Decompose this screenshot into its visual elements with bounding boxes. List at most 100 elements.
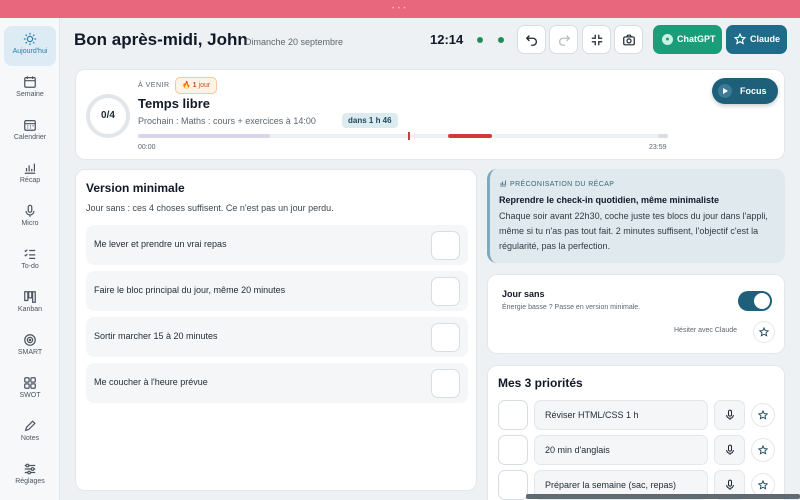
item-checkbox[interactable] xyxy=(431,277,460,306)
jour-sans-subtitle: Énergie basse ? Passe en version minimal… xyxy=(502,304,641,311)
clock: 12:14 xyxy=(430,32,464,47)
section-subtitle: Jour sans : ces 4 choses suffisent. Ce n… xyxy=(86,203,334,213)
minimal-version-card: Version minimale Jour sans : ces 4 chose… xyxy=(75,169,477,491)
star-icon xyxy=(758,410,768,420)
sidebar-item-week[interactable]: Semaine xyxy=(4,69,56,109)
camera-icon xyxy=(623,34,635,46)
streak-unit: jour xyxy=(198,82,211,89)
screenshot-button[interactable] xyxy=(614,25,643,54)
timeline-segment-current xyxy=(448,134,492,138)
target-icon xyxy=(24,334,36,346)
priority-star-button[interactable] xyxy=(751,438,775,462)
priority-checkbox[interactable] xyxy=(498,470,528,500)
claude-label: Claude xyxy=(750,34,781,44)
sidebar-item-label: Réglages xyxy=(15,478,45,485)
item-label: Me coucher à l'heure prévue xyxy=(94,377,208,387)
timeline-segment xyxy=(658,134,668,138)
chart-icon xyxy=(500,180,506,187)
next-event: Prochain : Maths : cours + exercices à 1… xyxy=(138,116,316,126)
calendar-week-icon xyxy=(24,76,36,88)
sidebar-item-settings[interactable]: Réglages xyxy=(4,456,56,496)
list-item[interactable]: Sortir marcher 15 à 20 minutes xyxy=(86,317,468,357)
focus-label: Focus xyxy=(740,86,767,96)
ask-claude-button[interactable] xyxy=(753,321,775,343)
focus-button[interactable]: Focus xyxy=(712,78,778,104)
item-checkbox[interactable] xyxy=(431,369,460,398)
priority-checkbox[interactable] xyxy=(498,435,528,465)
sidebar-item-label: SMART xyxy=(17,349,43,356)
claude-button[interactable]: Claude xyxy=(726,25,787,54)
horizontal-scrollbar[interactable] xyxy=(526,494,800,499)
jour-sans-card: Jour sans Énergie basse ? Passe en versi… xyxy=(487,274,785,354)
item-label: Sortir marcher 15 à 20 minutes xyxy=(94,331,218,341)
sidebar-item-smart[interactable]: SMART xyxy=(4,327,56,367)
undo-icon xyxy=(525,35,538,46)
dictate-button[interactable] xyxy=(714,400,745,430)
sidebar-item-label: Récap xyxy=(19,177,41,184)
compact-view-button[interactable] xyxy=(582,25,611,54)
item-label: Me lever et prendre un vrai repas xyxy=(94,239,227,249)
microphone-icon xyxy=(726,444,734,455)
priority-input[interactable] xyxy=(534,400,708,430)
item-checkbox[interactable] xyxy=(431,323,460,352)
window-dots: • • • xyxy=(392,6,407,12)
section-title: Mes 3 priorités xyxy=(498,376,583,390)
sidebar-item-today[interactable]: Aujourd'hui xyxy=(4,26,56,66)
flame-icon: 🔥 xyxy=(182,82,191,89)
sidebar-item-todo[interactable]: To-do xyxy=(4,241,56,281)
chatgpt-button[interactable]: ● ChatGPT xyxy=(653,25,722,54)
sidebar-item-label: Aujourd'hui xyxy=(12,48,48,55)
sidebar-item-swot[interactable]: SWOT xyxy=(4,370,56,410)
dictate-button[interactable] xyxy=(714,435,745,465)
sidebar-item-label: SWOT xyxy=(19,392,41,399)
sidebar: Aujourd'hui Semaine Calendrier Récap Mic… xyxy=(0,18,60,500)
chart-icon xyxy=(24,163,36,174)
redo-button[interactable] xyxy=(549,25,578,54)
sidebar-item-kanban[interactable]: Kanban xyxy=(4,284,56,324)
sidebar-item-notes[interactable]: Notes xyxy=(4,413,56,453)
priority-star-button[interactable] xyxy=(751,403,775,427)
status-dot xyxy=(498,37,504,43)
sidebar-item-recap[interactable]: Récap xyxy=(4,155,56,195)
sun-icon xyxy=(23,32,37,46)
undo-button[interactable] xyxy=(517,25,546,54)
calendar-icon xyxy=(24,120,36,131)
sliders-icon xyxy=(24,463,36,475)
list-item[interactable]: Me coucher à l'heure prévue xyxy=(86,363,468,403)
now-marker xyxy=(408,132,410,140)
progress-ring: 0/4 xyxy=(86,94,130,138)
page-title: Bon après-midi, John xyxy=(74,30,248,49)
sidebar-item-micro[interactable]: Micro xyxy=(4,198,56,238)
event-title: Temps libre xyxy=(138,96,211,111)
recap-header-label: PRÉCONISATION DU RÉCAP xyxy=(510,181,615,188)
countdown-badge: dans 1 h 46 xyxy=(342,113,398,128)
microphone-icon xyxy=(726,409,734,420)
window-title-bar: • • • xyxy=(0,0,800,18)
ask-claude-label: Hésiter avec Claude xyxy=(674,327,738,334)
priority-input[interactable] xyxy=(534,435,708,465)
upcoming-card: 0/4 À VENIR 🔥 1 jour Temps libre Prochai… xyxy=(75,69,785,160)
current-date: Dimanche 20 septembre xyxy=(245,37,344,47)
jour-sans-title: Jour sans xyxy=(502,289,545,299)
chatgpt-icon: ● xyxy=(662,34,673,45)
list-item[interactable]: Me lever et prendre un vrai repas xyxy=(86,225,468,265)
sidebar-item-calendar[interactable]: Calendrier xyxy=(4,112,56,152)
priorities-card: Mes 3 priorités xyxy=(487,365,785,500)
microphone-icon xyxy=(726,479,734,490)
recap-recommendation: PRÉCONISATION DU RÉCAP Reprendre le chec… xyxy=(487,169,785,263)
jour-sans-toggle[interactable] xyxy=(738,291,772,311)
kanban-icon xyxy=(24,291,36,303)
star-icon xyxy=(734,33,746,45)
priority-checkbox[interactable] xyxy=(498,400,528,430)
sidebar-item-label: Kanban xyxy=(17,306,43,313)
item-checkbox[interactable] xyxy=(431,231,460,260)
microphone-icon xyxy=(25,204,35,217)
timeline-end: 23:59 xyxy=(649,144,667,151)
play-icon xyxy=(718,84,732,98)
grid-icon xyxy=(24,377,36,389)
list-item[interactable]: Faire le bloc principal du jour, même 20… xyxy=(86,271,468,311)
recap-title: Reprendre le check-in quotidien, même mi… xyxy=(499,195,720,205)
status-dot xyxy=(477,37,483,43)
recap-header: PRÉCONISATION DU RÉCAP xyxy=(499,179,614,188)
sidebar-item-label: Micro xyxy=(21,220,39,227)
